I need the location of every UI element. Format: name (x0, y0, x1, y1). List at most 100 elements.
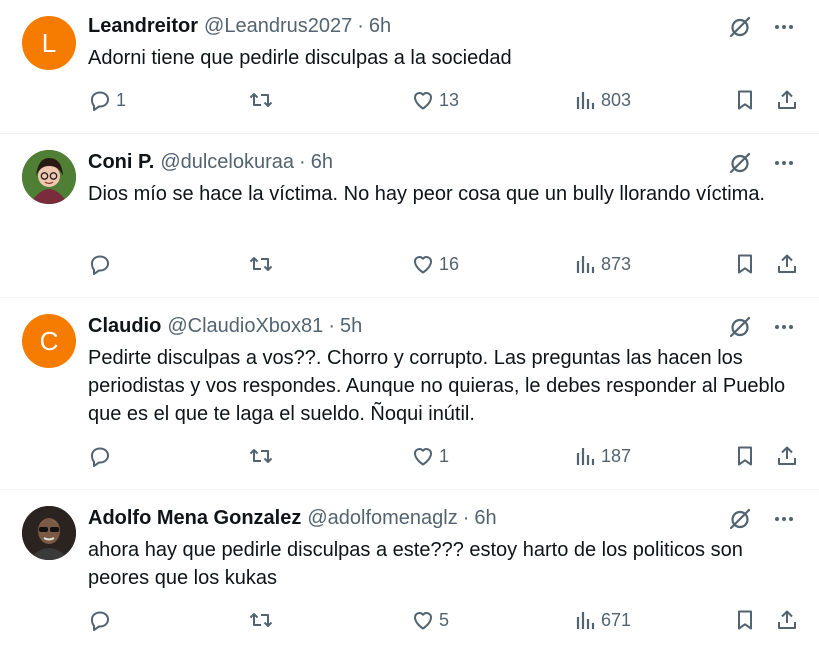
separator-dot: · (357, 14, 364, 37)
tweet-text: Dios mío se hace la víctima. No hay peor… (88, 183, 765, 205)
tweet-header: Leandreitor @Leandrus2027 · 6h (88, 14, 795, 38)
bookmark-button[interactable] (733, 88, 757, 112)
reply-button[interactable]: 1 (88, 88, 126, 112)
tweet-header: Claudio @ClaudioXbox81 · 5h (88, 314, 795, 338)
avatar[interactable]: L (22, 16, 76, 70)
tweet-header: Adolfo Mena Gonzalez @adolfomenaglz · 6h (88, 506, 795, 530)
like-count: 16 (439, 253, 460, 274)
tweet-time[interactable]: 6h (311, 151, 333, 174)
tweet-content: Adolfo Mena Gonzalez @adolfomenaglz · 6h… (88, 506, 795, 592)
tweet[interactable]: C Claudio @ClaudioXbox81 · 5h Pedirte di… (0, 298, 819, 490)
more-icon[interactable] (771, 150, 797, 176)
share-icon (778, 254, 796, 273)
grok-icon[interactable] (727, 506, 753, 532)
reply-icon (91, 255, 109, 275)
views-icon (576, 448, 595, 465)
like-count: 1 (439, 445, 450, 466)
tweet-text: ahora hay que pedirle disculpas a este??… (88, 539, 743, 589)
avatar[interactable]: C (22, 314, 76, 368)
tweet[interactable]: Adolfo Mena Gonzalez @adolfomenaglz · 6h… (0, 490, 819, 660)
tweet-top-actions (727, 506, 797, 532)
bookmark-icon (738, 254, 752, 274)
author-handle[interactable]: @adolfomenaglz (307, 507, 457, 530)
like-button[interactable]: 5 (411, 608, 449, 632)
avatar[interactable] (22, 506, 76, 560)
retweet-button[interactable] (248, 88, 278, 112)
views-icon (576, 612, 595, 629)
share-button[interactable] (775, 88, 799, 112)
bookmark-button[interactable] (733, 252, 757, 276)
more-icon[interactable] (771, 314, 797, 340)
tweet[interactable]: L Leandreitor @Leandrus2027 · 6h Adorni … (0, 0, 819, 134)
tweet-actions: 1 13 803 (88, 88, 799, 118)
views-count: 873 (601, 253, 632, 274)
tweet[interactable]: Coni P. @dulcelokuraa · 6h Dios mío se h… (0, 134, 819, 298)
share-icon (778, 90, 796, 109)
views-count: 671 (601, 609, 632, 630)
tweet-time[interactable]: 5h (340, 315, 362, 338)
views-button[interactable]: 873 (573, 252, 631, 276)
tweet-content: Claudio @ClaudioXbox81 · 5h Pedirte disc… (88, 314, 795, 428)
avatar[interactable] (22, 150, 76, 204)
reply-feed: L Leandreitor @Leandrus2027 · 6h Adorni … (0, 0, 819, 660)
grok-icon[interactable] (727, 150, 753, 176)
like-icon (414, 448, 432, 466)
retweet-button[interactable] (248, 252, 278, 276)
like-count: 13 (439, 89, 460, 110)
tweet-actions: 16 873 (88, 252, 799, 282)
views-count: 803 (601, 89, 632, 110)
bookmark-button[interactable] (733, 444, 757, 468)
separator-dot: · (299, 150, 306, 173)
views-count: 187 (601, 445, 632, 466)
bookmark-icon (738, 610, 752, 630)
retweet-icon (249, 613, 273, 627)
like-icon (414, 92, 432, 110)
bookmark-icon (738, 90, 752, 110)
tweet-actions: 1 187 (88, 444, 799, 474)
views-button[interactable]: 187 (573, 444, 631, 468)
tweet-content: Coni P. @dulcelokuraa · 6h Dios mío se h… (88, 150, 795, 208)
reply-button[interactable] (88, 608, 116, 632)
like-icon (414, 256, 432, 274)
tweet-actions: 5 671 (88, 608, 799, 638)
separator-dot: · (462, 506, 470, 529)
share-button[interactable] (775, 608, 799, 632)
like-icon (414, 612, 432, 630)
retweet-button[interactable] (248, 444, 278, 468)
author-name[interactable]: Coni P. (88, 151, 154, 174)
retweet-icon (249, 449, 273, 463)
tweet-top-actions (727, 150, 797, 176)
reply-button[interactable] (88, 444, 116, 468)
author-name[interactable]: Adolfo Mena Gonzalez (88, 507, 301, 530)
tweet-time[interactable]: 6h (369, 15, 391, 38)
author-name[interactable]: Leandreitor (88, 15, 198, 38)
tweet-top-actions (727, 14, 797, 40)
reply-icon (91, 91, 109, 111)
author-handle[interactable]: @ClaudioXbox81 (167, 315, 323, 338)
views-button[interactable]: 671 (573, 608, 631, 632)
more-icon[interactable] (771, 14, 797, 40)
reply-count: 1 (116, 89, 127, 110)
like-button[interactable]: 16 (411, 252, 459, 276)
tweet-time[interactable]: 6h (474, 507, 496, 530)
share-icon (778, 610, 796, 629)
like-count: 5 (439, 609, 450, 630)
grok-icon[interactable] (727, 314, 753, 340)
author-name[interactable]: Claudio (88, 315, 161, 338)
reply-icon (91, 447, 109, 467)
share-button[interactable] (775, 252, 799, 276)
tweet-content: Leandreitor @Leandrus2027 · 6h Adorni ti… (88, 14, 795, 72)
like-button[interactable]: 1 (411, 444, 449, 468)
bookmark-button[interactable] (733, 608, 757, 632)
tweet-top-actions (727, 314, 797, 340)
share-button[interactable] (775, 444, 799, 468)
more-icon[interactable] (771, 506, 797, 532)
retweet-button[interactable] (248, 608, 278, 632)
views-button[interactable]: 803 (573, 88, 631, 112)
author-handle[interactable]: @Leandrus2027 (204, 15, 352, 38)
reply-button[interactable] (88, 252, 116, 276)
author-handle[interactable]: @dulcelokuraa (160, 151, 294, 174)
grok-icon[interactable] (727, 14, 753, 40)
views-icon (576, 92, 595, 109)
like-button[interactable]: 13 (411, 88, 459, 112)
